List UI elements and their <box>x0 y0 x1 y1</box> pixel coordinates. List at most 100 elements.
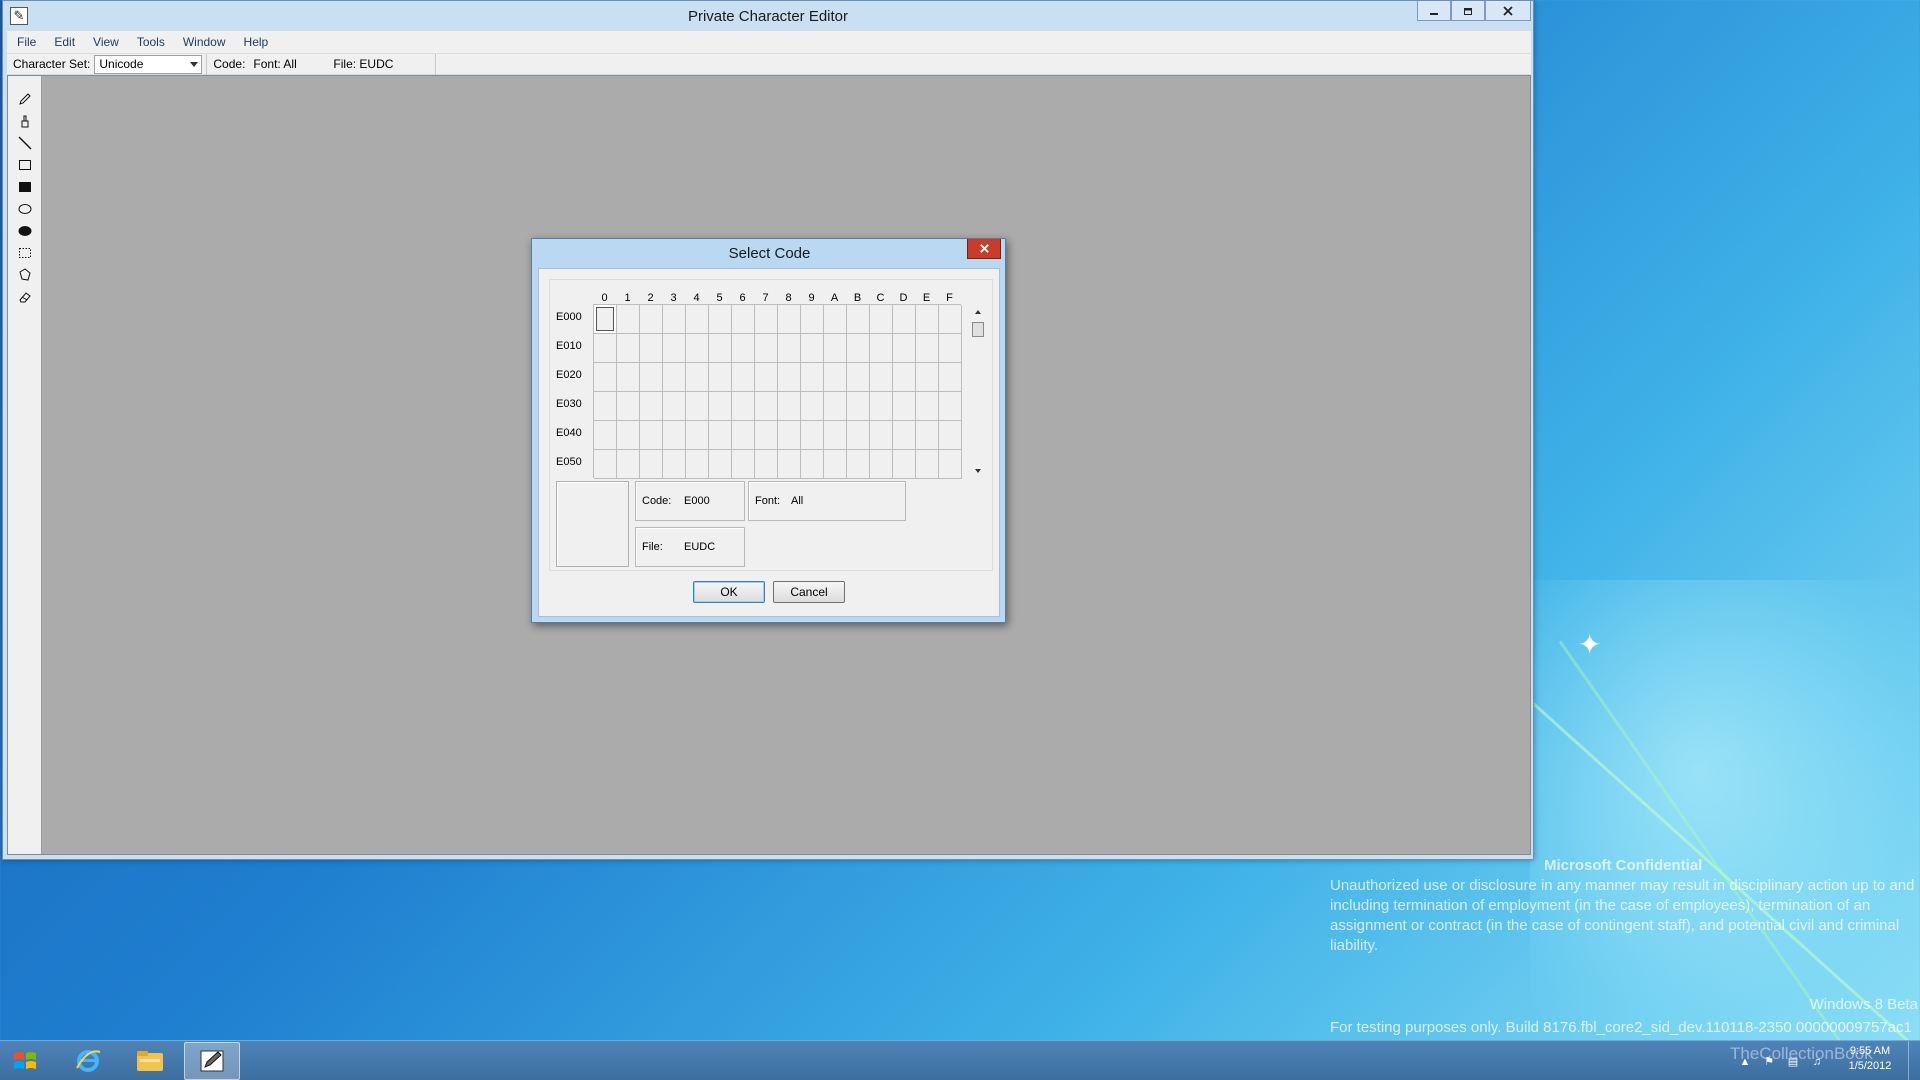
cancel-button[interactable]: Cancel <box>773 581 845 603</box>
code-cell[interactable] <box>709 450 732 479</box>
brush-tool[interactable] <box>16 112 34 130</box>
maximize-button[interactable] <box>1451 1 1485 21</box>
code-cell[interactable] <box>755 334 778 363</box>
code-cell[interactable] <box>939 450 962 479</box>
code-cell[interactable] <box>893 305 916 334</box>
eraser-tool[interactable] <box>16 288 34 306</box>
private-character-editor-button[interactable] <box>184 1042 240 1080</box>
rectangular-selection-tool[interactable] <box>16 244 34 262</box>
code-cell[interactable] <box>709 392 732 421</box>
code-cell[interactable] <box>686 363 709 392</box>
code-cell[interactable] <box>916 392 939 421</box>
code-cell[interactable] <box>801 392 824 421</box>
code-cell[interactable] <box>663 363 686 392</box>
code-cell[interactable] <box>663 334 686 363</box>
file-explorer-button[interactable] <box>122 1042 178 1080</box>
code-cell[interactable] <box>847 421 870 450</box>
hollow-ellipse-tool[interactable] <box>16 200 34 218</box>
code-cell[interactable] <box>870 392 893 421</box>
code-cell[interactable] <box>870 421 893 450</box>
code-cell[interactable] <box>755 363 778 392</box>
code-cell[interactable] <box>732 392 755 421</box>
code-cell[interactable] <box>824 450 847 479</box>
code-cell[interactable] <box>801 363 824 392</box>
code-cell[interactable] <box>824 421 847 450</box>
code-cell[interactable] <box>870 334 893 363</box>
code-cell[interactable] <box>824 305 847 334</box>
code-cell[interactable] <box>686 305 709 334</box>
code-cell[interactable] <box>847 334 870 363</box>
code-cell[interactable] <box>640 305 663 334</box>
code-cell[interactable] <box>709 305 732 334</box>
code-cell[interactable] <box>755 450 778 479</box>
menu-edit[interactable]: Edit <box>54 35 75 49</box>
start-button[interactable] <box>0 1042 50 1080</box>
code-cell[interactable] <box>686 450 709 479</box>
code-cell[interactable] <box>801 421 824 450</box>
code-cell[interactable] <box>686 334 709 363</box>
code-cell[interactable] <box>709 421 732 450</box>
code-cell[interactable] <box>594 421 617 450</box>
code-cell[interactable] <box>663 450 686 479</box>
code-cell[interactable] <box>663 392 686 421</box>
code-cell[interactable] <box>755 305 778 334</box>
code-cell[interactable] <box>847 305 870 334</box>
code-cell[interactable] <box>847 450 870 479</box>
grid-scrollbar[interactable] <box>971 304 985 478</box>
code-cell[interactable] <box>916 334 939 363</box>
code-cell[interactable] <box>732 421 755 450</box>
code-cell[interactable] <box>594 305 617 334</box>
code-cell[interactable] <box>732 363 755 392</box>
code-cell[interactable] <box>594 363 617 392</box>
menu-help[interactable]: Help <box>244 35 269 49</box>
freeform-selection-tool[interactable] <box>16 266 34 284</box>
code-cell[interactable] <box>594 392 617 421</box>
dialog-close-button[interactable] <box>967 239 1001 259</box>
line-tool[interactable] <box>16 134 34 152</box>
code-cell[interactable] <box>778 305 801 334</box>
code-cell[interactable] <box>640 363 663 392</box>
code-cell[interactable] <box>594 334 617 363</box>
code-cell[interactable] <box>893 421 916 450</box>
code-cell[interactable] <box>640 392 663 421</box>
ok-button[interactable]: OK <box>693 581 765 603</box>
filled-ellipse-tool[interactable] <box>16 222 34 240</box>
code-cell[interactable] <box>640 421 663 450</box>
code-cell[interactable] <box>916 305 939 334</box>
code-cell[interactable] <box>778 421 801 450</box>
code-cell[interactable] <box>686 392 709 421</box>
code-cell[interactable] <box>778 363 801 392</box>
code-cell[interactable] <box>870 305 893 334</box>
code-cell[interactable] <box>778 450 801 479</box>
code-cell[interactable] <box>617 334 640 363</box>
menu-window[interactable]: Window <box>183 35 226 49</box>
code-cell[interactable] <box>594 450 617 479</box>
code-cell[interactable] <box>663 421 686 450</box>
code-cell[interactable] <box>801 305 824 334</box>
code-cell[interactable] <box>939 334 962 363</box>
menu-view[interactable]: View <box>93 35 119 49</box>
code-cell[interactable] <box>801 334 824 363</box>
code-cell[interactable] <box>939 363 962 392</box>
code-cell[interactable] <box>893 450 916 479</box>
code-cell[interactable] <box>617 305 640 334</box>
code-cell[interactable] <box>870 450 893 479</box>
code-cell[interactable] <box>732 450 755 479</box>
code-cell[interactable] <box>847 363 870 392</box>
code-cell[interactable] <box>939 392 962 421</box>
code-cell[interactable] <box>755 392 778 421</box>
charset-select[interactable]: Unicode <box>94 54 203 74</box>
close-button[interactable] <box>1485 1 1531 21</box>
code-cell[interactable] <box>617 450 640 479</box>
code-cell[interactable] <box>709 363 732 392</box>
scroll-down-icon[interactable] <box>975 469 981 473</box>
show-desktop-button[interactable] <box>1908 1041 1920 1080</box>
code-cell[interactable] <box>617 392 640 421</box>
code-cell[interactable] <box>824 363 847 392</box>
pencil-tool[interactable] <box>16 90 34 108</box>
code-cell[interactable] <box>617 421 640 450</box>
code-cell[interactable] <box>824 334 847 363</box>
code-cell[interactable] <box>916 421 939 450</box>
code-cell[interactable] <box>870 363 893 392</box>
code-cell[interactable] <box>663 305 686 334</box>
